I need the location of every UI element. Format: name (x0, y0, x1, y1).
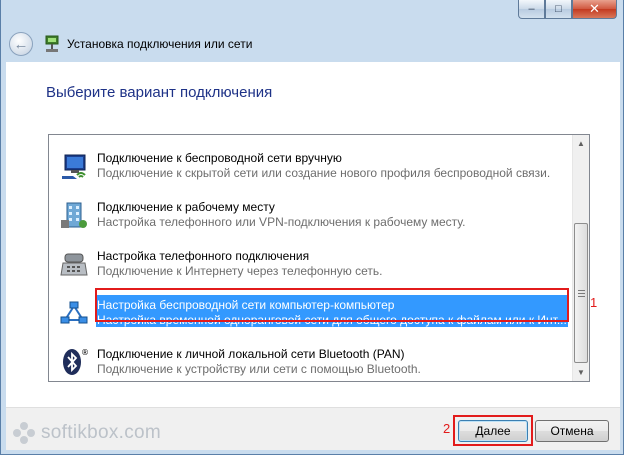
list-item-wireless-manual[interactable]: Подключение к беспроводной сети вручную … (53, 145, 569, 189)
list-item-dialup[interactable]: Настройка телефонного подключения Подклю… (53, 243, 569, 287)
list-item-workplace[interactable]: Подключение к рабочему месту Настройка т… (53, 194, 569, 238)
option-description: Подключение к Интернету через телефонную… (97, 264, 383, 278)
minimize-button[interactable]: – (518, 0, 545, 19)
workplace-network-icon (59, 200, 89, 230)
dialup-modem-icon (59, 249, 89, 279)
option-description: Настройка телефонного или VPN-подключени… (97, 215, 466, 229)
scrollbar-thumb[interactable] (574, 223, 588, 363)
back-arrow-icon: ← (13, 35, 29, 53)
network-setup-icon (43, 35, 61, 53)
page-heading: Выберите вариант подключения (46, 84, 273, 101)
adhoc-network-icon (59, 298, 89, 328)
svg-text:®: ® (81, 348, 89, 357)
dialog-window: – □ ✕ ← Установка подключения или сети В… (0, 0, 624, 455)
window-title: Установка подключения или сети (67, 37, 253, 51)
annotation-number: 2 (443, 421, 451, 436)
content-area: Выберите вариант подключения Подключение… (6, 62, 620, 407)
vertical-scrollbar[interactable]: ▲ ▼ (572, 135, 589, 381)
grip-icon (577, 289, 585, 297)
close-button[interactable]: ✕ (572, 0, 617, 19)
annotation-highlight-box (95, 288, 569, 322)
back-button[interactable]: ← (9, 32, 33, 56)
cancel-button[interactable]: Отмена (535, 420, 609, 442)
annotation-number: 1 (590, 295, 598, 310)
option-title: Подключение к беспроводной сети вручную (97, 151, 342, 165)
scroll-up-icon[interactable]: ▲ (573, 135, 589, 152)
watermark-text: softikbox.com (41, 422, 162, 443)
option-description: Подключение к устройству или сети с помо… (97, 362, 421, 376)
scroll-down-icon[interactable]: ▼ (573, 364, 589, 381)
bluetooth-icon: ® (59, 347, 89, 377)
maximize-button[interactable]: □ (545, 0, 572, 19)
connection-options-list[interactable]: Подключение к беспроводной сети вручную … (48, 134, 590, 382)
list-item-bluetooth-pan[interactable]: ® Подключение к личной локальной сети Bl… (53, 341, 569, 381)
next-button[interactable]: Далее (458, 420, 528, 442)
watermark-logo-icon (13, 422, 35, 444)
wireless-network-icon (59, 151, 89, 181)
option-title: Подключение к рабочему месту (97, 200, 275, 214)
nav-bar: ← Установка подключения или сети (5, 26, 619, 62)
caption-buttons: – □ ✕ (518, 0, 617, 19)
option-description: Подключение к скрытой сети или создание … (97, 166, 551, 180)
watermark: softikbox.com (13, 422, 161, 444)
option-title: Настройка телефонного подключения (97, 249, 310, 263)
option-title: Подключение к личной локальной сети Blue… (97, 347, 405, 361)
